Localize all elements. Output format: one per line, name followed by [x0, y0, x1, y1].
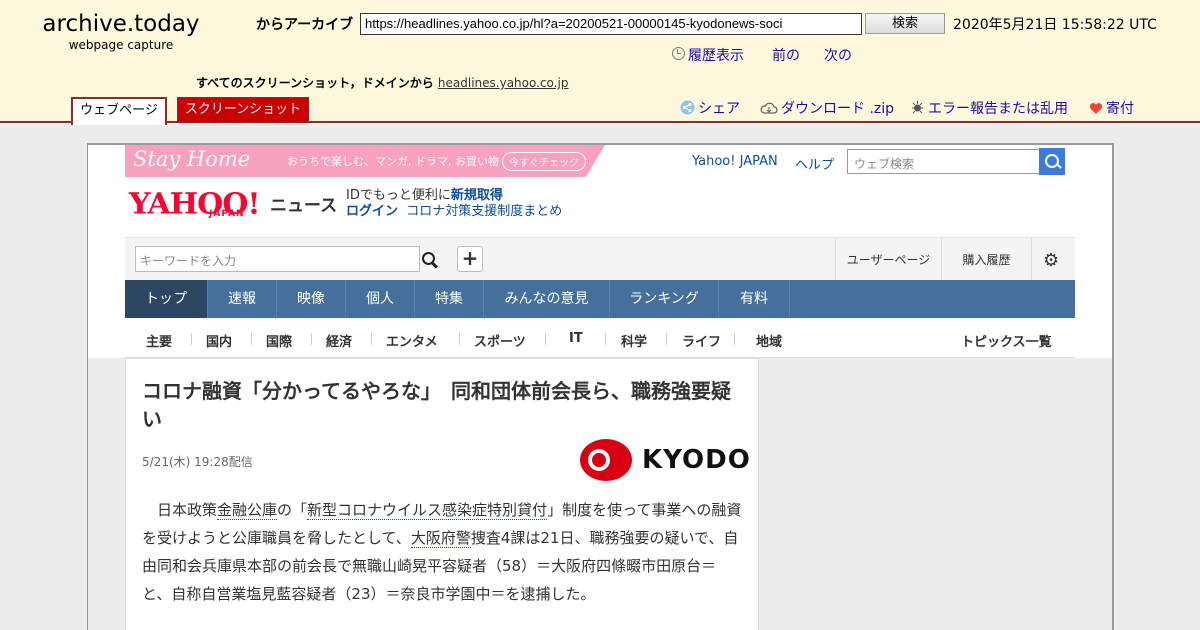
donate-label: 寄付: [1106, 101, 1134, 117]
cat-it[interactable]: IT: [569, 331, 583, 346]
kyodo-logo[interactable]: KYODO: [580, 439, 750, 481]
keyword-link-corona-loan[interactable]: 新型コロナウイルス感染症特別貸付: [307, 501, 548, 520]
id-promo: IDでもっと便利に新規取得 ログイン コロナ対策支援制度まとめ: [346, 188, 562, 220]
nav-individual[interactable]: 個人: [346, 280, 415, 318]
cat-divider: [251, 333, 252, 345]
cat-science[interactable]: 科学: [621, 331, 647, 350]
all-screenshots-label: すべてのスクリーンショット，ドメインから: [196, 76, 434, 90]
nav-paid[interactable]: 有料: [719, 280, 790, 318]
cat-divider: [191, 333, 192, 345]
bug-icon: [912, 101, 923, 114]
topics-list-link[interactable]: トピックス一覧: [961, 331, 1052, 350]
gear-icon[interactable]: ⚙: [1043, 250, 1059, 271]
cat-divider: [545, 333, 546, 345]
body-text: の「: [277, 501, 308, 519]
tab-screenshot[interactable]: スクリーンショット: [177, 97, 309, 123]
cloud-download-icon: [760, 102, 778, 114]
cat-divider: [666, 333, 667, 345]
report-link[interactable]: エラー報告または乱用: [910, 98, 1068, 118]
archive-logo-subtitle: webpage capture: [68, 38, 174, 52]
next-link[interactable]: 次の: [824, 45, 852, 65]
cat-divider: [311, 333, 312, 345]
new-account-link[interactable]: 新規取得: [451, 188, 503, 203]
clock-icon: [672, 47, 685, 60]
kyodo-logo-text: KYODO: [642, 445, 751, 475]
report-label: エラー報告または乱用: [928, 101, 1068, 117]
share-label: シェア: [698, 101, 740, 117]
cat-divider: [459, 333, 460, 345]
keyword-input[interactable]: キーワードを入力: [135, 246, 420, 272]
cat-divider: [605, 333, 606, 345]
prev-link[interactable]: 前の: [772, 45, 800, 65]
all-screenshots: すべてのスクリーンショット，ドメインから headlines.yahoo.co.…: [196, 74, 568, 91]
archive-header: archive.today webpage capture からアーカイブ ht…: [0, 0, 1200, 125]
donate-link[interactable]: 寄付: [1089, 98, 1134, 118]
yahoo-news-page: Stay Home おうちで楽しむ、マンガ, ドラマ, お買い物 今すぐチェック…: [88, 145, 1112, 630]
web-search-button[interactable]: [1039, 148, 1065, 175]
cat-entertainment[interactable]: エンタメ: [386, 331, 438, 350]
article-headline: コロナ融資「分かってるやろな」 同和団体前会長ら、職務強要疑い: [142, 379, 731, 431]
cat-main[interactable]: 主要: [146, 331, 172, 350]
id-text: IDでもっと便利に: [346, 188, 451, 203]
stay-home-banner[interactable]: Stay Home おうちで楽しむ、マンガ, ドラマ, お買い物 今すぐチェック: [125, 145, 605, 177]
share-icon: [680, 100, 695, 115]
keyword-link-jfc[interactable]: 金融公庫: [217, 501, 278, 520]
archive-logo-title[interactable]: archive.today: [36, 10, 206, 38]
share-link[interactable]: シェア: [680, 98, 740, 118]
web-search-input[interactable]: ウェブ検索: [847, 149, 1040, 174]
yahoo-japan-link[interactable]: Yahoo! JAPAN: [692, 154, 778, 169]
corona-support-link[interactable]: コロナ対策支援制度まとめ: [406, 204, 562, 219]
purchase-history-link[interactable]: 購入履歴: [941, 238, 1031, 282]
archive-logo[interactable]: archive.today webpage capture: [36, 10, 206, 52]
nav-top[interactable]: トップ: [125, 280, 208, 318]
add-button[interactable]: +: [457, 246, 483, 272]
user-page-link[interactable]: ユーザーページ: [835, 238, 941, 282]
download-label: ダウンロード .zip: [781, 101, 895, 117]
banner-text: おうちで楽しむ、マンガ, ドラマ, お買い物: [287, 155, 499, 168]
capture-date: 2020年5月21日 15:58:22 UTC: [953, 17, 1157, 33]
heart-icon: [1089, 103, 1103, 114]
keyword-link-osaka-police[interactable]: 大阪府警: [410, 529, 471, 548]
nav-feature[interactable]: 特集: [415, 280, 484, 318]
tab-webpage[interactable]: ウェブページ: [71, 97, 167, 125]
cat-divider: [734, 333, 735, 345]
banner-check-button[interactable]: 今すぐチェック: [502, 152, 586, 171]
article: コロナ融資「分かってるやろな」 同和団体前会長ら、職務強要疑い 5/21(木) …: [125, 358, 759, 630]
help-link[interactable]: ヘルプ: [795, 154, 834, 173]
banner-title: Stay Home: [133, 147, 251, 171]
download-link[interactable]: ダウンロード .zip: [760, 98, 894, 118]
article-date: 5/21(木) 19:28配信: [142, 455, 253, 469]
cat-economy[interactable]: 経済: [326, 331, 352, 350]
domain-link[interactable]: headlines.yahoo.co.jp: [438, 76, 569, 90]
cat-region[interactable]: 地域: [756, 331, 782, 350]
news-label[interactable]: ニュース: [270, 191, 337, 216]
nav-opinions[interactable]: みんなの意見: [484, 280, 610, 318]
category-tabs: 主要 国内 国際 経済 エンタメ スポーツ IT 科学 ライフ 地域 トピックス…: [125, 318, 1075, 362]
nav-breaking[interactable]: 速報: [208, 280, 277, 318]
body-text: 日本政策: [142, 501, 218, 519]
cat-international[interactable]: 国際: [266, 331, 292, 350]
cat-sports[interactable]: スポーツ: [474, 331, 526, 350]
history-link[interactable]: 履歴表示: [688, 45, 744, 65]
cat-life[interactable]: ライフ: [682, 331, 721, 350]
cat-divider: [371, 333, 372, 345]
main-nav: トップ 速報 映像 個人 特集 みんなの意見 ランキング 有料: [125, 280, 1075, 318]
search-icon[interactable]: [422, 252, 436, 266]
nav-video[interactable]: 映像: [277, 280, 346, 318]
keyword-search-row: キーワードを入力 + ユーザーページ 購入履歴 ⚙: [125, 237, 1075, 282]
yahoo-logo-japan: JAPAN: [209, 209, 245, 219]
archive-url-label: からアーカイブ: [256, 17, 354, 33]
archive-url-input[interactable]: https://headlines.yahoo.co.jp/hl?a=20200…: [360, 13, 862, 35]
archive-search-button[interactable]: 検索: [865, 13, 945, 34]
kyodo-logo-mark: [580, 439, 632, 481]
login-link[interactable]: ログイン: [346, 204, 398, 219]
nav-ranking[interactable]: ランキング: [610, 280, 719, 318]
article-body: 日本政策金融公庫の「新型コロナウイルス感染症特別貸付」制度を使って事業への融資を…: [142, 496, 742, 608]
